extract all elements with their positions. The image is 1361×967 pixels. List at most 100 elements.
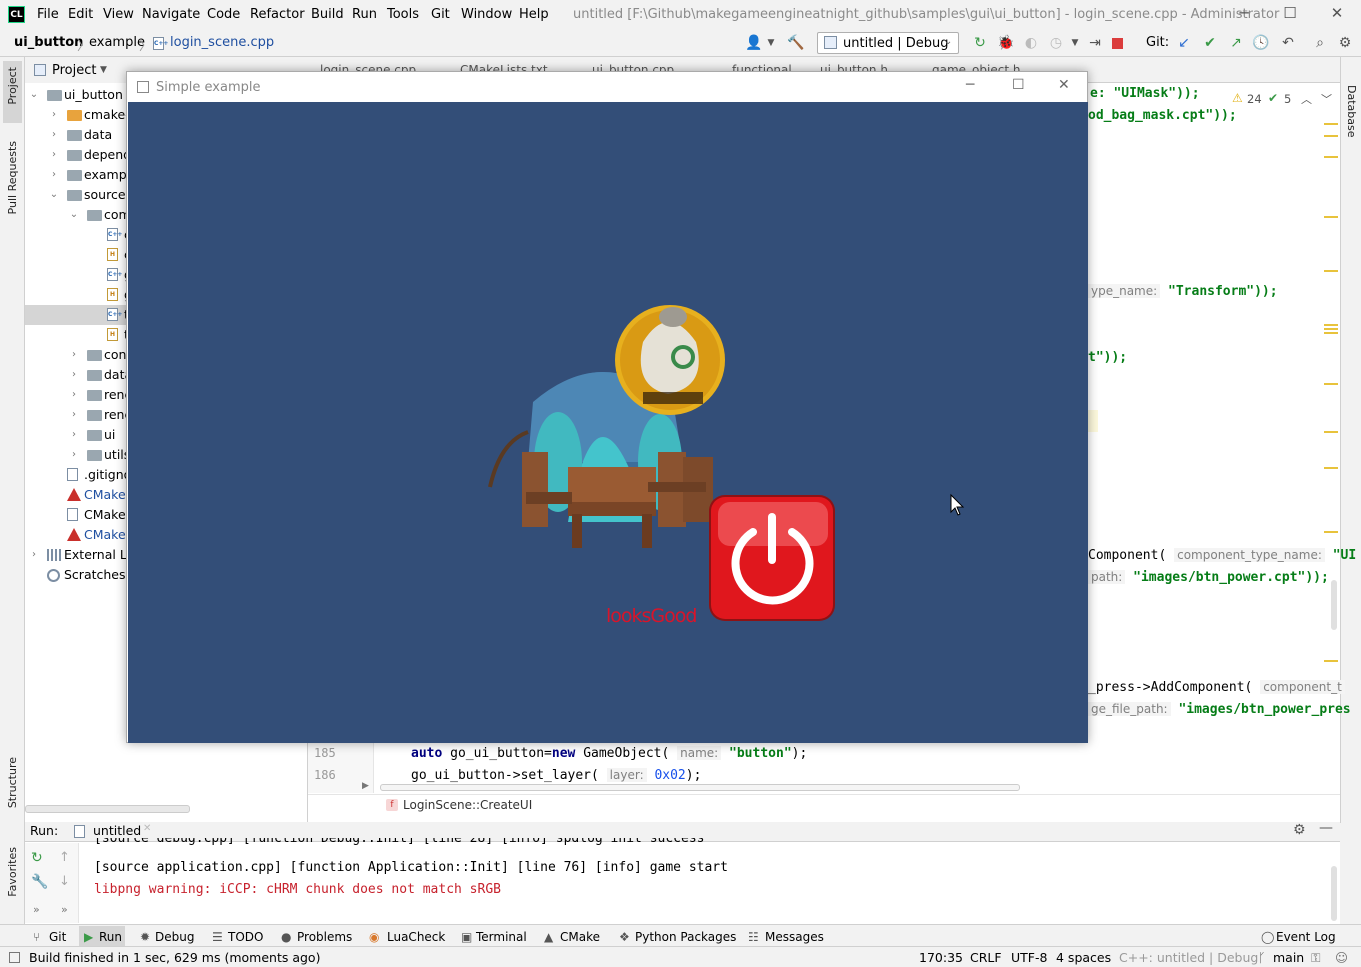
chevron-down-icon[interactable]: ⌄ (49, 185, 59, 205)
chevron-down-icon[interactable]: ⌄ (29, 85, 39, 105)
git-branch[interactable]: main (1273, 950, 1304, 965)
coverage-icon[interactable]: ◐ (1022, 36, 1040, 50)
rerun-icon[interactable]: ↻ (31, 850, 43, 866)
user-icon[interactable]: 👤 (745, 36, 763, 50)
caret-position[interactable]: 170:35 (919, 950, 963, 965)
check-count[interactable]: 5 (1284, 92, 1291, 106)
chevron-right-icon[interactable]: › (69, 425, 79, 445)
chevron-right-icon[interactable]: › (29, 545, 39, 565)
tool-window-messages[interactable]: Messages (765, 930, 824, 944)
status-message[interactable]: Build finished in 1 sec, 629 ms (moments… (29, 950, 320, 965)
chevron-right-icon[interactable]: › (49, 165, 59, 185)
git-push-icon[interactable]: ↗ (1227, 36, 1245, 50)
editor-horizontal-scrollbar[interactable] (380, 784, 1020, 791)
minimize-icon[interactable]: ─ (1232, 4, 1256, 24)
code-line[interactable]: _press->AddComponent( component_t (1088, 680, 1345, 695)
run-tab-untitled[interactable]: untitled (93, 823, 141, 838)
chevron-right-icon[interactable]: › (69, 405, 79, 425)
breadcrumb-project[interactable]: ui_button (14, 35, 83, 50)
history-icon[interactable]: 🕓 (1252, 36, 1270, 50)
function-breadcrumb[interactable]: LoginScene::CreateUI (403, 798, 532, 812)
tool-tab-database[interactable]: Database (1345, 85, 1358, 138)
tool-window-cmake[interactable]: CMake (560, 930, 600, 944)
tool-window-terminal[interactable]: Terminal (476, 930, 527, 944)
next-highlight-icon[interactable]: ﹀ (1321, 91, 1332, 107)
warning-icon[interactable]: ⚠ (1232, 91, 1243, 105)
horizontal-scrollbar[interactable] (25, 805, 190, 813)
code-line[interactable]: path: "images/btn_power.cpt")); (1088, 570, 1329, 585)
line-separator[interactable]: CRLF (970, 950, 1002, 965)
chevron-down-icon[interactable]: ▼ (1066, 36, 1084, 50)
menu-run[interactable]: Run (352, 7, 377, 22)
tool-window-run[interactable]: Run (99, 930, 122, 944)
menu-git[interactable]: Git (431, 7, 450, 22)
tool-window-problems[interactable]: Problems (297, 930, 352, 944)
code-line[interactable]: t")); (1088, 350, 1127, 365)
git-commit-icon[interactable]: ✔ (1201, 36, 1219, 50)
tool-window-todo[interactable]: TODO (228, 930, 263, 944)
chevron-down-icon[interactable]: ▼ (100, 65, 107, 75)
minimize-icon[interactable]: ─ (966, 77, 974, 93)
menu-navigate[interactable]: Navigate (142, 7, 200, 22)
tool-tab-favorites[interactable]: Favorites (6, 847, 19, 897)
breadcrumb-file[interactable]: login_scene.cpp (170, 35, 274, 50)
search-icon[interactable]: ⌕ (1311, 36, 1329, 50)
check-icon[interactable]: ✔ (1268, 91, 1278, 105)
code-line-185[interactable]: auto go_ui_button=new GameObject( name: … (411, 746, 807, 761)
chevron-down-icon[interactable]: ⌄ (69, 205, 79, 225)
breadcrumb-folder[interactable]: example (89, 35, 145, 50)
tool-tab-structure[interactable]: Structure (6, 757, 19, 808)
code-line[interactable]: ype_name: "Transform")); (1088, 284, 1278, 299)
tool-window-git[interactable]: Git (49, 930, 66, 944)
editor-vertical-scrollbar[interactable] (1331, 580, 1337, 630)
code-line[interactable]: ge_file_path: "images/btn_power_pres (1088, 702, 1351, 717)
menu-build[interactable]: Build (311, 7, 344, 22)
chevron-right-icon[interactable]: › (69, 385, 79, 405)
chevron-right-icon[interactable]: › (49, 125, 59, 145)
maximize-icon[interactable]: ☐ (1278, 4, 1302, 24)
maximize-icon[interactable]: ☐ (1012, 77, 1025, 93)
settings-gear-icon[interactable]: ⚙ (1293, 822, 1306, 838)
tool-window-python-packages[interactable]: Python Packages (635, 930, 736, 944)
menu-view[interactable]: View (103, 7, 134, 22)
previous-highlight-icon[interactable]: ︿ (1301, 91, 1312, 107)
attach-icon[interactable]: ⇥ (1086, 36, 1104, 50)
indent-setting[interactable]: 4 spaces (1056, 950, 1111, 965)
chevron-down-icon[interactable]: ▼ (762, 36, 780, 50)
menu-window[interactable]: Window (461, 7, 512, 22)
game-window-titlebar[interactable]: Simple example ─ ☐ ✕ (127, 72, 1087, 102)
file-encoding[interactable]: UTF-8 (1011, 950, 1047, 965)
chevron-right-icon[interactable]: › (49, 105, 59, 125)
scroll-up-icon[interactable]: ↑ (59, 850, 70, 865)
tool-window-event-log[interactable]: Event Log (1276, 930, 1336, 944)
more-icon[interactable]: » (33, 903, 40, 916)
rerun-icon[interactable]: ↻ (971, 36, 989, 50)
tool-tab-pull-requests[interactable]: Pull Requests (6, 141, 19, 214)
chevron-right-icon[interactable]: › (69, 445, 79, 465)
rollback-icon[interactable]: ↶ (1279, 36, 1297, 50)
stop-icon[interactable] (1112, 38, 1123, 49)
code-line-186[interactable]: go_ui_button->set_layer( layer: 0x02); (411, 768, 701, 783)
profile-icon[interactable]: ◷ (1047, 36, 1065, 50)
menu-help[interactable]: Help (519, 7, 549, 22)
menu-refactor[interactable]: Refactor (250, 7, 305, 22)
menu-file[interactable]: File (37, 7, 59, 22)
chevron-right-icon[interactable]: › (49, 145, 59, 165)
scroll-left-icon[interactable]: ▶ (362, 781, 369, 791)
lock-icon[interactable]: ⚿ (1311, 950, 1321, 966)
resolve-context[interactable]: C++: untitled | Debug (1119, 950, 1258, 965)
debug-bug-icon[interactable]: 🐞 (997, 36, 1015, 50)
run-configuration-select[interactable]: untitled | Debug ⌄ (817, 32, 959, 54)
tool-window-debug[interactable]: Debug (155, 930, 194, 944)
power-button[interactable] (709, 495, 835, 621)
build-hammer-icon[interactable]: 🔨 (787, 36, 805, 50)
warning-count[interactable]: 24 (1247, 92, 1262, 106)
scroll-down-icon[interactable]: ↓ (59, 874, 70, 889)
settings-gear-icon[interactable]: ⚙ (1336, 36, 1354, 50)
game-canvas[interactable]: looksGood (128, 102, 1088, 743)
close-icon[interactable]: ✕ (1058, 77, 1070, 93)
chevron-right-icon[interactable]: › (69, 345, 79, 365)
code-line[interactable]: od_bag_mask.cpt")); (1088, 108, 1237, 123)
project-panel-title[interactable]: Project (52, 63, 96, 78)
tool-window-luacheck[interactable]: LuaCheck (387, 930, 445, 944)
